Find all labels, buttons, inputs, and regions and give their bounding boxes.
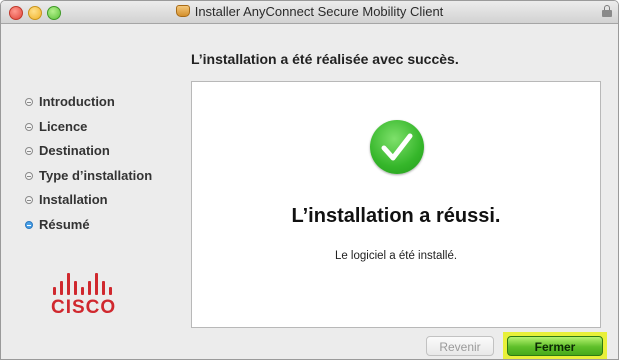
title-bar[interactable]: Installer AnyConnect Secure Mobility Cli…	[1, 1, 618, 24]
success-title: L’installation a réussi.	[291, 205, 501, 227]
step-label: Licence	[39, 118, 88, 134]
installer-window: Installer AnyConnect Secure Mobility Cli…	[0, 0, 619, 360]
step-label: Installation	[39, 192, 108, 208]
window-title-group: Installer AnyConnect Secure Mobility Cli…	[1, 4, 618, 19]
step-bullet-icon	[25, 171, 33, 180]
cisco-wordmark: CISCO	[51, 297, 117, 318]
step-bullet-icon	[25, 147, 33, 156]
page-heading: L’installation a été réalisée avec succè…	[191, 51, 459, 67]
step-installation-type: Type d’installation	[25, 168, 152, 193]
step-installation: Installation	[25, 192, 152, 217]
package-icon	[175, 5, 190, 17]
cisco-logo: CISCO	[51, 269, 131, 319]
success-subtitle: Le logiciel a été installé.	[334, 250, 458, 262]
cisco-bars-icon	[51, 269, 131, 295]
lock-icon	[602, 5, 612, 18]
step-label: Introduction	[39, 94, 115, 109]
close-button[interactable]: Fermer	[507, 336, 603, 356]
step-introduction: Introduction	[25, 94, 152, 119]
step-licence: Licence	[25, 119, 152, 144]
step-destination: Destination	[25, 143, 152, 168]
result-panel: L’installation a réussi. Le logiciel a é…	[191, 81, 601, 328]
window-title: Installer AnyConnect Secure Mobility Cli…	[194, 4, 444, 19]
step-bullet-current-icon	[25, 220, 33, 229]
step-label: Destination	[39, 143, 110, 159]
step-bullet-icon	[25, 196, 33, 205]
step-summary: Résumé	[25, 217, 152, 242]
step-bullet-icon	[25, 122, 33, 131]
step-label: Type d’installation	[39, 167, 153, 183]
installation-steps: Introduction Licence Destination Type d’…	[25, 94, 152, 242]
checkmark-circle-icon	[370, 120, 424, 174]
step-label: Résumé	[39, 216, 90, 232]
back-button[interactable]: Revenir	[426, 336, 494, 356]
step-bullet-icon	[25, 98, 33, 106]
